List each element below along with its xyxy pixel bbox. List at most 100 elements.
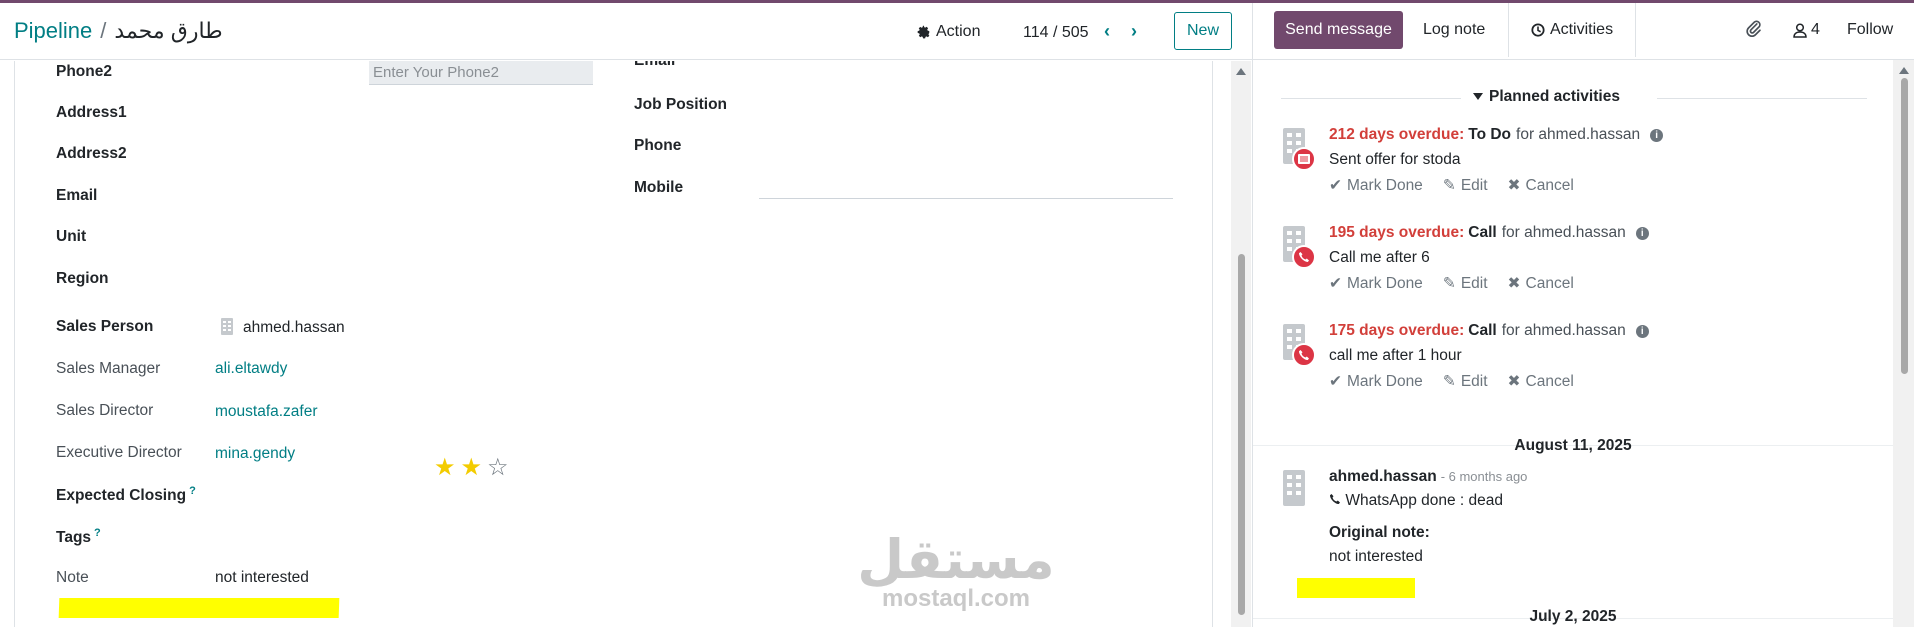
mark-done-button[interactable]: ✔ Mark Done	[1329, 372, 1423, 391]
cancel-button[interactable]: ✖ Cancel	[1508, 176, 1574, 195]
phone2-input[interactable]: Enter Your Phone2	[369, 61, 593, 85]
tags-label: Tags?	[56, 527, 101, 547]
help-icon[interactable]: ?	[94, 527, 101, 539]
chatter-scrollbar[interactable]	[1893, 60, 1914, 627]
action-menu-button[interactable]: Action	[917, 23, 980, 41]
clock-icon	[1531, 23, 1545, 37]
divider	[1657, 98, 1867, 99]
activity-actions: ✔ Mark Done ✎ Edit ✖ Cancel	[1329, 274, 1574, 293]
activity-actions: ✔ Mark Done ✎ Edit ✖ Cancel	[1329, 372, 1574, 391]
user-icon	[1793, 22, 1807, 38]
close-icon: ✖	[1507, 177, 1521, 194]
chatter-panel: Send message Log note Activities 4 Follo…	[1252, 3, 1914, 627]
activity-summary: Sent offer for stoda	[1329, 151, 1461, 168]
info-icon[interactable]: i	[1635, 227, 1649, 240]
activity-assignee: for ahmed.hassan	[1501, 224, 1626, 241]
yellow-highlight-mark	[58, 598, 340, 618]
note-value[interactable]: not interested	[215, 569, 309, 587]
activity-summary: call me after 1 hour	[1329, 347, 1462, 364]
planned-activities-label: Planned activities	[1489, 88, 1620, 105]
action-label: Action	[936, 23, 981, 40]
check-icon: ✔	[1329, 275, 1342, 292]
scroll-up-arrow-icon[interactable]	[1236, 68, 1246, 75]
phone-label: Phone	[634, 137, 682, 154]
activity-type: Call	[1468, 224, 1497, 241]
scrollbar-thumb[interactable]	[1901, 78, 1908, 374]
log-note-button[interactable]: Log note	[1423, 21, 1485, 39]
sales-person-value[interactable]: ahmed.hassan	[243, 319, 345, 337]
overdue-text: 175 days overdue:	[1329, 322, 1465, 339]
edit-button[interactable]: ✎ Edit	[1443, 372, 1488, 391]
paperclip-icon[interactable]	[1745, 20, 1763, 43]
star-filled-icon[interactable]: ★	[434, 456, 456, 480]
region-label: Region	[56, 270, 109, 287]
original-note-value: not interested	[1329, 548, 1423, 565]
planned-activities-toggle[interactable]: Planned activities	[1473, 88, 1620, 106]
check-icon: ✔	[1329, 373, 1342, 390]
mark-done-button[interactable]: ✔ Mark Done	[1329, 176, 1423, 195]
activities-button[interactable]: Activities	[1508, 3, 1636, 57]
activity-assignee: for ahmed.hassan	[1501, 322, 1626, 339]
pencil-icon: ✎	[1442, 373, 1456, 390]
cancel-button[interactable]: ✖ Cancel	[1508, 372, 1574, 391]
chevron-left-icon[interactable]: ‹	[1104, 21, 1110, 42]
form-scrollbar[interactable]	[1231, 61, 1251, 627]
overdue-text: 212 days overdue:	[1329, 126, 1465, 143]
star-empty-icon[interactable]: ☆	[487, 456, 509, 480]
email-label: Email	[56, 187, 98, 204]
follow-button[interactable]: Follow	[1847, 21, 1893, 39]
overdue-text: 195 days overdue:	[1329, 224, 1465, 241]
control-panel: Pipeline / طارق محمد Action 114 / 505 ‹ › …	[0, 3, 1252, 60]
close-icon: ✖	[1507, 275, 1521, 292]
sales-director-link[interactable]: moustafa.zafer	[215, 403, 318, 421]
chevron-right-icon[interactable]: ›	[1131, 21, 1137, 42]
star-filled-icon[interactable]: ★	[461, 456, 483, 480]
activity-summary: Call me after 6	[1329, 249, 1430, 266]
author-name[interactable]: ahmed.hassan	[1329, 468, 1437, 485]
info-icon[interactable]: i	[1650, 129, 1664, 142]
message-body: WhatsApp done : dead	[1329, 492, 1503, 510]
new-button[interactable]: New	[1174, 12, 1232, 50]
expected-closing-label: Expected Closing?	[56, 485, 196, 505]
message-author: ahmed.hassan - 6 months ago	[1329, 468, 1527, 486]
activity-type: To Do	[1468, 126, 1512, 143]
close-icon: ✖	[1507, 373, 1521, 390]
help-icon[interactable]: ?	[189, 485, 196, 497]
activities-label: Activities	[1549, 21, 1614, 38]
breadcrumb-pipeline-link[interactable]: Pipeline	[14, 18, 92, 43]
pencil-icon: ✎	[1442, 177, 1456, 194]
breadcrumb: Pipeline / طارق محمد	[14, 18, 223, 44]
right-email-label: Email	[634, 61, 675, 70]
scroll-up-arrow-icon[interactable]	[1899, 67, 1909, 74]
mobile-input[interactable]	[759, 198, 1173, 199]
expected-closing-stars[interactable]: ★ ★ ☆	[434, 456, 509, 480]
edit-button[interactable]: ✎ Edit	[1443, 176, 1488, 195]
watermark-logo: مستقل mostaql.com	[856, 533, 1056, 611]
activity-headline: 175 days overdue: Call for ahmed.hassan i	[1329, 322, 1649, 340]
executive-director-link[interactable]: mina.gendy	[215, 445, 295, 463]
sales-manager-link[interactable]: ali.eltawdy	[215, 360, 287, 378]
pager-value[interactable]: 114 / 505	[1023, 24, 1089, 42]
edit-button[interactable]: ✎ Edit	[1443, 274, 1488, 293]
phone-icon	[1292, 343, 1316, 367]
followers-button[interactable]: 4	[1793, 21, 1820, 39]
check-icon: ✔	[1329, 177, 1342, 194]
gear-icon	[917, 25, 930, 39]
unit-label: Unit	[56, 228, 87, 245]
caret-down-icon	[1473, 93, 1483, 100]
job-position-label: Job Position	[634, 96, 727, 113]
building-avatar-icon	[1283, 470, 1305, 506]
address2-label: Address2	[56, 145, 127, 162]
phone-icon	[1292, 245, 1316, 269]
info-icon[interactable]: i	[1635, 325, 1649, 338]
record-title: طارق محمد	[114, 18, 223, 43]
date-separator: August 11, 2025	[1514, 437, 1632, 454]
mark-done-button[interactable]: ✔ Mark Done	[1329, 274, 1423, 293]
send-message-button[interactable]: Send message	[1274, 11, 1403, 49]
chatter-thread: Planned activities 212 days overdue: To D…	[1253, 60, 1893, 627]
activity-assignee: for ahmed.hassan	[1516, 126, 1641, 143]
watermark-arabic: مستقل	[857, 528, 1055, 591]
cancel-button[interactable]: ✖ Cancel	[1508, 274, 1574, 293]
scrollbar-thumb[interactable]	[1238, 254, 1245, 615]
followers-count: 4	[1811, 21, 1820, 38]
